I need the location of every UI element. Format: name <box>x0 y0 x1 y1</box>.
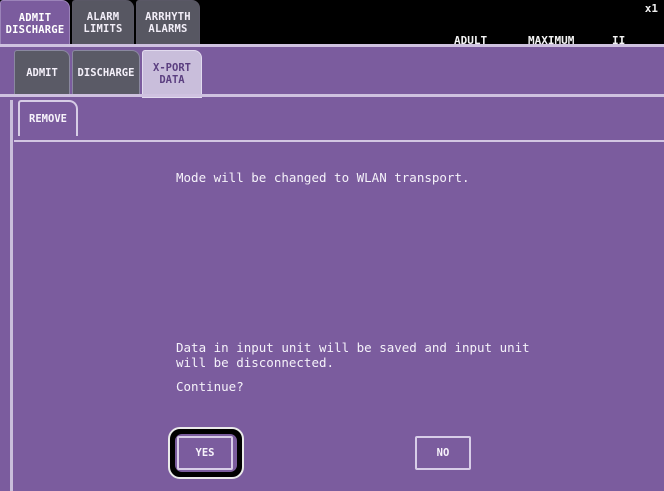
subtab-admit[interactable]: ADMIT <box>14 50 70 96</box>
subtab-discharge-label: DISCHARGE <box>77 67 135 79</box>
tab-arrhyth-alarms[interactable]: ARRHYTH ALARMS <box>136 0 200 46</box>
tab-remove[interactable]: REMOVE <box>18 100 78 136</box>
zoom-indicator-icon: x1 <box>644 2 658 15</box>
subtab-xport-data[interactable]: X-PORT DATA <box>142 50 202 98</box>
mode-change-message: Mode will be changed to WLAN transport. <box>176 170 470 185</box>
tab-alarm-limits-line1: ALARM <box>86 11 120 23</box>
top-divider <box>0 44 664 47</box>
main-panel <box>0 44 664 491</box>
yes-button-label: YES <box>195 447 215 459</box>
tab-alarm-limits[interactable]: ALARM LIMITS <box>72 0 134 46</box>
subtab-discharge[interactable]: DISCHARGE <box>72 50 140 96</box>
tab-arrhyth-alarms-line1: ARRHYTH <box>145 11 191 23</box>
subtab-admit-label: ADMIT <box>26 67 58 79</box>
tab-arrhyth-alarms-line2: ALARMS <box>148 23 188 35</box>
yes-button[interactable]: YES <box>177 436 233 470</box>
subtab-xport-data-line1: X-PORT <box>153 62 191 74</box>
no-button[interactable]: NO <box>415 436 471 470</box>
subtab-xport-data-line2: DATA <box>159 74 185 86</box>
no-button-label: NO <box>436 447 450 459</box>
tab-admit-discharge-line1: ADMIT <box>18 12 52 24</box>
data-saved-message: Data in input unit will be saved and inp… <box>176 340 530 370</box>
subtab-divider <box>0 94 664 97</box>
continue-prompt: Continue? <box>176 379 244 394</box>
panel-left-border <box>10 100 13 491</box>
tab-admit-discharge[interactable]: ADMIT DISCHARGE <box>0 0 70 48</box>
tab-remove-label: REMOVE <box>29 113 67 125</box>
tab-alarm-limits-line2: LIMITS <box>83 23 123 35</box>
monitor-screen: ADMIT DISCHARGE ALARM LIMITS ARRHYTH ALA… <box>0 0 664 491</box>
dialog-divider <box>14 140 664 142</box>
tab-admit-discharge-line2: DISCHARGE <box>5 24 65 36</box>
